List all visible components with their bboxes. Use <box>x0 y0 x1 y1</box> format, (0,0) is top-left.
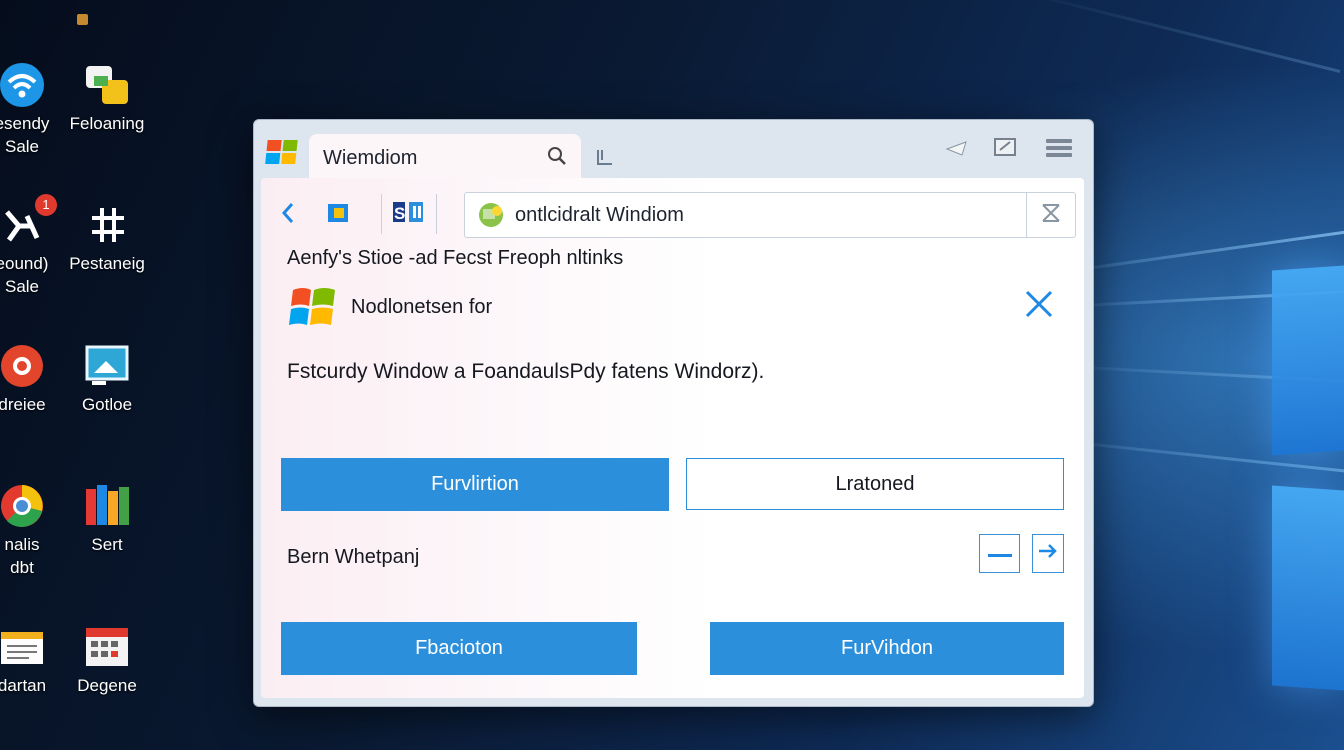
window-content: S ontlcidralt Windiom Aenfy's Stioe -ad … <box>261 178 1084 698</box>
minus-icon <box>987 545 1012 563</box>
desktop-icon-label: Sale <box>4 137 40 156</box>
grid-settings-icon <box>84 202 130 248</box>
description-text: Fstcurdy Window a FoandaulsPdy fatens Wi… <box>287 360 765 383</box>
desktop-icon-label: dbt <box>10 558 34 577</box>
row-label: Bern Whetpanj <box>287 546 420 568</box>
forward-button[interactable] <box>1032 534 1064 573</box>
browser-window: Wiemdiom S ontlcidralt Windiom Aenfy's S… <box>253 119 1094 707</box>
desktop-icon-label: esendy <box>0 114 50 133</box>
blue-square-icon <box>327 203 349 228</box>
desktop-icon-photo[interactable]: Gotloe <box>62 343 152 416</box>
folder-icon <box>84 62 130 108</box>
extension-button[interactable] <box>321 198 355 232</box>
desktop-icon-wifi[interactable]: esendy Sale <box>0 62 67 158</box>
close-icon <box>1024 289 1054 324</box>
close-icon <box>1040 202 1062 229</box>
back-arrow-icon[interactable] <box>944 138 970 165</box>
desktop-icon-label: Pestaneig <box>69 254 145 273</box>
back-button[interactable] <box>273 200 303 230</box>
app-logo-icon: S <box>389 198 429 231</box>
primary-action-button[interactable]: Furvlirtion <box>281 458 669 511</box>
tab-active[interactable]: Wiemdiom <box>309 134 581 178</box>
desktop-icon-label: eound) <box>0 254 49 273</box>
site-icon <box>475 201 507 234</box>
minus-button[interactable] <box>979 534 1020 573</box>
wallpaper-logo-pane <box>1272 485 1344 691</box>
svg-text:S: S <box>394 204 405 223</box>
calendar-icon <box>84 624 130 670</box>
desktop-icon-settings[interactable]: Pestaneig <box>62 202 152 275</box>
photo-icon <box>84 343 130 389</box>
secondary-action-button[interactable]: Lratoned <box>686 458 1064 510</box>
footer-button-left[interactable]: Fbacioton <box>281 622 637 675</box>
page-heading: Aenfy's Stioe -ad Fecst Freoph nltinks <box>287 247 624 269</box>
windows-logo-icon <box>287 282 341 332</box>
dismiss-button[interactable] <box>1021 288 1057 324</box>
desktop-icon-label: Feloaning <box>69 114 145 133</box>
footer-button-right[interactable]: FurVihdon <box>710 622 1064 675</box>
arrow-right-icon <box>1038 542 1058 565</box>
desktop-icon-calendar[interactable]: Degene <box>62 624 152 697</box>
bars-icon <box>84 483 130 529</box>
notification-badge: 1 <box>35 194 57 216</box>
share-icon[interactable] <box>992 136 1020 165</box>
notice-title: Nodlonetsen for <box>351 296 493 318</box>
new-tab-icon[interactable] <box>594 146 616 173</box>
wifi-icon <box>0 62 45 108</box>
desktop-icon-document[interactable]: dartan <box>0 624 67 697</box>
tab-title: Wiemdiom <box>323 147 418 169</box>
app-flower-icon <box>0 343 45 389</box>
search-icon[interactable] <box>547 146 567 171</box>
title-bar: Wiemdiom <box>254 120 1093 178</box>
desktop-icon-label: dartan <box>0 676 47 695</box>
desktop-icon-label: Sale <box>4 277 40 296</box>
desktop-icon-app[interactable]: dreiee <box>0 343 67 416</box>
document-icon <box>0 624 45 670</box>
desktop-icon-network[interactable]: 1 eound) Sale <box>0 194 67 298</box>
app-button[interactable]: S <box>381 194 437 234</box>
network-icon: 1 <box>0 194 57 248</box>
clear-address-button[interactable] <box>1026 193 1075 237</box>
desktop-icon-label: nalis <box>4 535 40 554</box>
desktop-icon-label: dreiee <box>0 395 46 414</box>
address-text: ontlcidralt Windiom <box>515 204 684 226</box>
back-chevron-icon <box>280 202 296 229</box>
desktop-icon-folder[interactable]: Feloaning <box>62 62 152 135</box>
menu-icon[interactable] <box>1044 137 1074 164</box>
desktop-icon-label: Gotloe <box>81 395 133 414</box>
desktop-icon-label: Sert <box>91 535 123 554</box>
address-bar[interactable]: ontlcidralt Windiom <box>464 192 1076 238</box>
windows-logo-icon <box>262 137 302 167</box>
desktop-icon-sort[interactable]: Sert <box>62 483 152 556</box>
taskbar-indicator <box>77 14 88 25</box>
wallpaper-logo-pane <box>1272 265 1344 456</box>
browser-icon <box>0 483 45 529</box>
desktop-icon-chrome[interactable]: nalis dbt <box>0 483 67 579</box>
desktop-icon-label: Degene <box>77 676 137 695</box>
